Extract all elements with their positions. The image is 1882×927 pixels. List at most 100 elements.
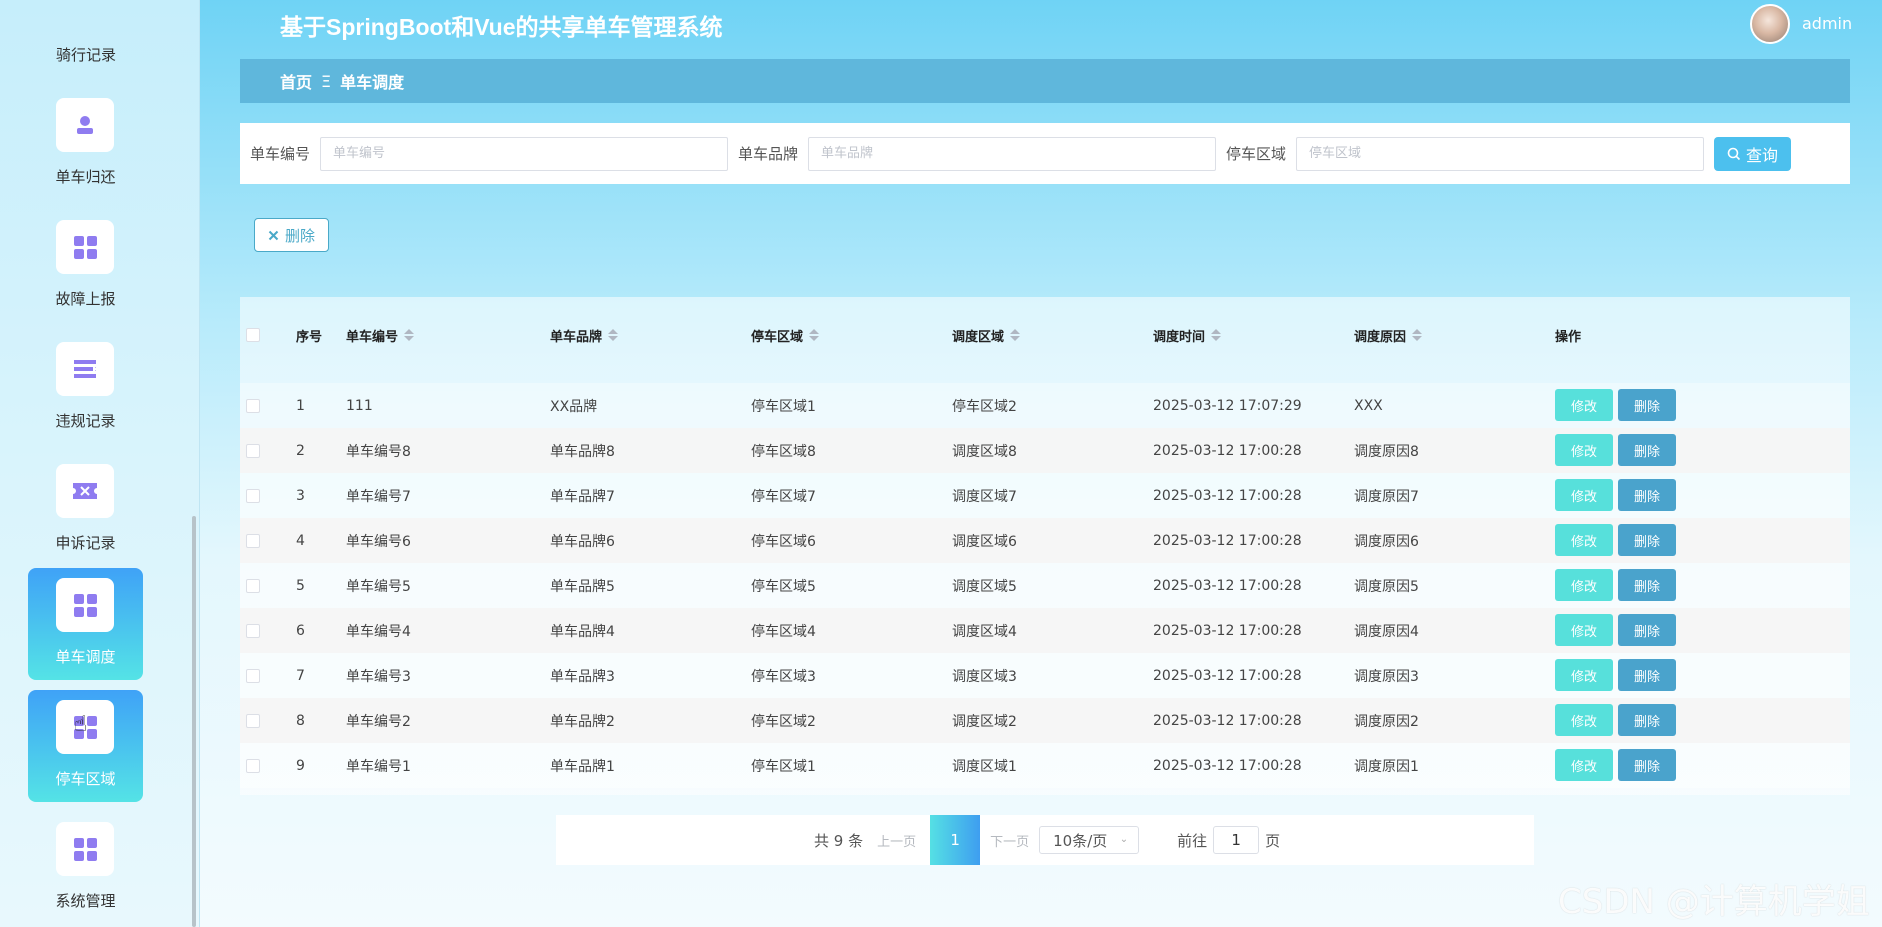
row-checkbox-cell [246,473,260,518]
sidebar-item-label: 违规记录 [55,412,116,430]
delete-button[interactable]: 删除 [1618,659,1676,691]
sidebar-item[interactable]: 单车调度 [28,568,143,680]
sort-icon[interactable] [1412,329,1423,341]
area-label: 停车区域 [1226,145,1287,163]
delete-button[interactable]: 删除 [1618,479,1676,511]
cell-dispatch-time: 2025-03-12 17:00:28 [1153,757,1302,774]
row-checkbox[interactable] [246,758,260,773]
row-checkbox[interactable] [246,623,260,638]
row-checkbox[interactable] [246,533,260,548]
table-row[interactable]: 8 单车编号2 单车品牌2 停车区域2 调度区域2 2025-03-12 17:00:28… [240,698,1850,743]
cell-index: 8 [296,712,305,729]
batch-delete-button[interactable]: 删除 [254,218,329,252]
edit-button[interactable]: 修改 [1555,479,1613,511]
sidebar-item-ride-records[interactable]: 骑行记录 [0,44,172,65]
breadcrumb-home[interactable]: 首页 [280,69,312,93]
edit-button[interactable]: 修改 [1555,659,1613,691]
cell-park-area: 停车区域2 [751,713,816,730]
page-size-select[interactable]: 10条/页 ⌄ [1039,826,1140,854]
edit-button[interactable]: 修改 [1555,749,1613,781]
sort-icon[interactable] [1010,329,1021,341]
sort-icon[interactable] [608,329,619,341]
row-checkbox[interactable] [246,443,260,458]
row-checkbox-cell [246,563,260,608]
table-row[interactable]: 7 单车编号3 单车品牌3 停车区域3 调度区域3 2025-03-12 17:00:28… [240,653,1850,698]
delete-button[interactable]: 删除 [1618,749,1676,781]
sidebar-item[interactable]: 违规记录 [28,332,143,444]
area-input[interactable] [1296,136,1705,171]
header-brand[interactable]: 单车品牌 [550,297,619,373]
row-checkbox-cell [246,428,260,473]
sidebar-item-label: 单车调度 [55,648,116,666]
row-checkbox[interactable] [246,488,260,503]
delete-button[interactable]: 删除 [1618,389,1676,421]
select-all-checkbox[interactable] [246,328,260,342]
cell-dispatch-time: 2025-03-12 17:00:28 [1153,577,1302,594]
delete-button[interactable]: 删除 [1618,434,1676,466]
header-dispatch-time-label: 调度时间 [1153,329,1206,345]
cell-brand: 单车品牌3 [550,668,615,685]
prev-page-button[interactable]: 上一页 [877,831,916,850]
edit-button[interactable]: 修改 [1555,569,1613,601]
sort-icon[interactable] [809,329,820,341]
sidebar-item[interactable]: 申诉记录 [28,454,143,566]
header-dispatch-area[interactable]: 调度区域 [952,297,1021,373]
page-suffix: 页 [1265,831,1281,850]
header-reason[interactable]: 调度原因 [1354,297,1423,373]
sort-icon[interactable] [1211,329,1222,341]
cell-dispatch-time: 2025-03-12 17:00:28 [1153,487,1302,504]
goto-page-input[interactable] [1213,826,1260,854]
delete-button[interactable]: 删除 [1618,569,1676,601]
cell-dispatch-area: 调度区域1 [952,758,1017,775]
header-bike-no[interactable]: 单车编号 [346,297,415,373]
cell-brand: 单车品牌8 [550,443,615,460]
table-row[interactable]: 9 单车编号1 单车品牌1 停车区域1 调度区域1 2025-03-12 17:00:28… [240,743,1850,788]
table-row[interactable]: 5 单车编号5 单车品牌5 停车区域5 调度区域5 2025-03-12 17:00:28… [240,563,1850,608]
page-size-value: 10条/页 [1053,831,1108,850]
sidebar-item[interactable]: 停车区域 [28,690,143,802]
row-checkbox[interactable] [246,668,260,683]
delete-button[interactable]: 删除 [1618,614,1676,646]
row-checkbox[interactable] [246,713,260,728]
sidebar-item[interactable]: 故障上报 [28,210,143,322]
sidebar-item[interactable]: 单车归还 [28,88,143,200]
cell-dispatch-area: 调度区域5 [952,578,1017,595]
next-page-button[interactable]: 下一页 [990,831,1029,850]
cell-bike-no: 单车编号1 [346,758,411,775]
cell-bike-no: 111 [346,397,373,414]
header-actions: 操作 [1555,329,1582,345]
brand-input[interactable] [808,136,1217,171]
sort-icon[interactable] [404,329,415,341]
goto-label: 前往 [1177,831,1208,850]
delete-button[interactable]: 删除 [1618,704,1676,736]
edit-button[interactable]: 修改 [1555,524,1613,556]
table-row[interactable]: 2 单车编号8 单车品牌8 停车区域8 调度区域8 2025-03-12 17:00:28… [240,428,1850,473]
row-checkbox[interactable] [246,398,260,413]
edit-button[interactable]: 修改 [1555,389,1613,421]
avatar[interactable] [1750,4,1790,44]
cell-reason: 调度原因4 [1354,623,1419,640]
breadcrumb-current: 单车调度 [340,73,405,92]
table-row[interactable]: 1 111 XX品牌 停车区域1 停车区域2 2025-03-12 17:07:29 XXX… [240,383,1850,428]
delete-button[interactable]: 删除 [1618,524,1676,556]
username[interactable]: admin [1802,14,1852,33]
cell-bike-no: 单车编号8 [346,443,411,460]
cell-brand: 单车品牌6 [550,533,615,550]
bike-no-input[interactable] [320,136,729,171]
table-row[interactable]: 6 单车编号4 单车品牌4 停车区域4 调度区域4 2025-03-12 17:00:28… [240,608,1850,653]
table-row[interactable]: 3 单车编号7 单车品牌7 停车区域7 调度区域7 2025-03-12 17:00:28… [240,473,1850,518]
cell-dispatch-area: 调度区域8 [952,443,1017,460]
bike-no-label: 单车编号 [250,145,311,163]
header-park-area[interactable]: 停车区域 [751,297,820,373]
current-page-button[interactable]: 1 [930,815,981,865]
query-button[interactable]: 查询 [1714,136,1792,171]
edit-button[interactable]: 修改 [1555,614,1613,646]
header-dispatch-time[interactable]: 调度时间 [1153,297,1222,373]
cell-park-area: 停车区域1 [751,758,816,775]
sidebar-item[interactable]: 系统管理 [28,812,143,924]
table-row[interactable]: 4 单车编号6 单车品牌6 停车区域6 调度区域6 2025-03-12 17:00:28… [240,518,1850,563]
edit-button[interactable]: 修改 [1555,434,1613,466]
row-checkbox[interactable] [246,578,260,593]
sidebar-scrollbar[interactable] [192,516,196,927]
edit-button[interactable]: 修改 [1555,704,1613,736]
